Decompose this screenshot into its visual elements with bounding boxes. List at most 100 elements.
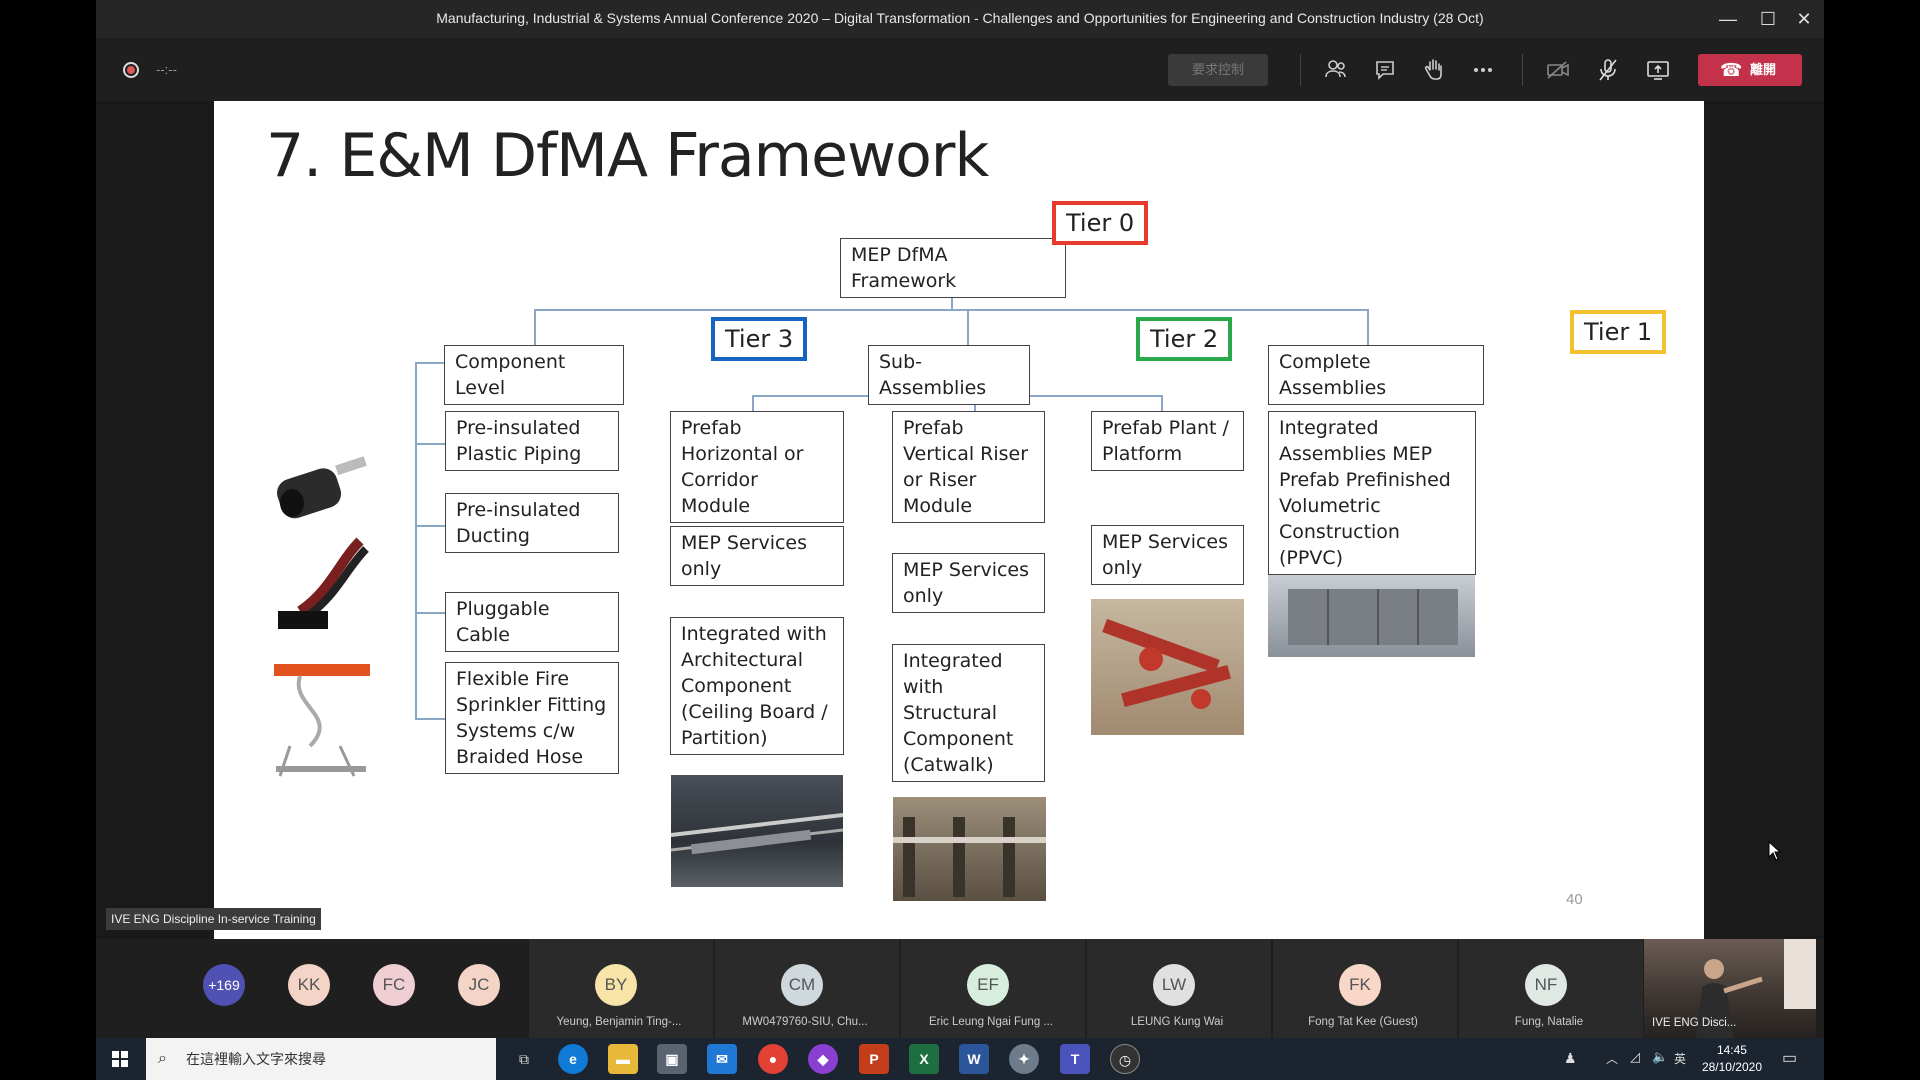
clock-app-icon[interactable]: ◷ (1110, 1044, 1140, 1074)
participant-strip: +169 KK FC JC BY Yeung, Benjamin Ting-..… (96, 939, 1824, 1038)
app-icon[interactable]: ✦ (1009, 1044, 1039, 1074)
toolbar-divider (1300, 54, 1301, 86)
ceiling-module-image (671, 775, 843, 887)
store-icon[interactable]: ▣ (657, 1044, 687, 1074)
camera-off-icon (1547, 61, 1569, 79)
participant-name: IVE ENG Disci... (1652, 1017, 1737, 1029)
shared-content-stage: 7. E&M DfMA Framework MEP DfMA Framework… (96, 101, 1824, 939)
component-level-node: Component Level (444, 345, 624, 405)
word-icon[interactable]: W (959, 1044, 989, 1074)
sub-assembly-item: MEP Services only (1091, 525, 1244, 585)
mail-icon[interactable]: ✉ (707, 1044, 737, 1074)
share-screen-button[interactable] (1640, 54, 1676, 86)
participant-tile[interactable]: CM MW0479760-SIU, Chu... (715, 939, 899, 1038)
more-actions-button[interactable] (1465, 54, 1501, 86)
chat-button[interactable] (1367, 54, 1403, 86)
close-button[interactable]: ✕ (1784, 4, 1824, 34)
tier1-label: Tier 1 (1570, 310, 1667, 354)
participant-tile[interactable]: NF Fung, Natalie (1459, 939, 1643, 1038)
clock-date: 28/10/2020 (1701, 1060, 1762, 1074)
raise-hand-button[interactable] (1416, 54, 1452, 86)
taskbar-search-box[interactable]: ⌕ 在這裡輸入文字來搜尋 (146, 1038, 496, 1080)
clock-time: 14:45 (1716, 1043, 1747, 1057)
connector-line (415, 443, 445, 445)
recording-icon (123, 62, 139, 78)
participant-name: Fong Tat Kee (Guest) (1308, 1016, 1418, 1028)
request-control-button[interactable]: 要求控制 (1168, 54, 1268, 86)
ppvc-module-image (1268, 575, 1475, 657)
windows-taskbar: ⌕ 在這裡輸入文字來搜尋 ⧉ e ▬ ▣ ✉ ● ◆ P X W ✦ T ◷ ♟… (96, 1038, 1824, 1080)
desktop: Manufacturing, Industrial & Systems Annu… (0, 0, 1920, 1080)
connector-line (534, 309, 536, 345)
participant-avatar: FK (1339, 964, 1381, 1006)
tier3-label: Tier 3 (711, 317, 808, 361)
sub-assembly-item: Prefab Horizontal or Corridor Module (670, 411, 844, 523)
participant-tile[interactable]: BY Yeung, Benjamin Ting-... (529, 939, 713, 1038)
connector-line (534, 309, 1368, 311)
edge-icon[interactable]: e (558, 1044, 588, 1074)
connector-line (415, 718, 445, 720)
sub-assembly-item: Prefab Vertical Riser or Riser Module (892, 411, 1045, 523)
participant-avatar[interactable]: KK (288, 964, 330, 1006)
leave-button[interactable]: ☎ 離開 (1698, 54, 1802, 86)
participant-name: Eric Leung Ngai Fung ... (928, 1016, 1053, 1028)
volume-icon[interactable]: 🔈 (1652, 1049, 1668, 1065)
participant-name: Yeung, Benjamin Ting-... (556, 1016, 682, 1028)
search-icon: ⌕ (158, 1050, 167, 1067)
mouse-cursor-icon (1768, 841, 1782, 861)
participants-button[interactable] (1318, 54, 1354, 86)
participant-avatar[interactable]: FC (373, 964, 415, 1006)
sub-assembly-item: MEP Services only (892, 553, 1045, 613)
show-hidden-icons[interactable]: ︿ (1606, 1050, 1618, 1067)
chrome-icon[interactable]: ● (758, 1044, 788, 1074)
windows-logo-icon (112, 1051, 128, 1067)
complete-assembly-item: Integrated Assemblies MEP Prefab Prefini… (1268, 411, 1476, 575)
mic-off-icon (1599, 59, 1617, 81)
search-placeholder: 在這裡輸入文字來搜尋 (186, 1051, 326, 1067)
participant-avatar: NF (1525, 964, 1567, 1006)
task-view-icon[interactable]: ⧉ (509, 1044, 539, 1074)
audio-jack-image (270, 443, 380, 533)
maximize-button[interactable]: ☐ (1748, 4, 1788, 34)
overflow-participants-button[interactable]: +169 (203, 964, 245, 1006)
leave-label: 離開 (1750, 62, 1777, 77)
start-button[interactable] (96, 1038, 144, 1080)
tier2-label: Tier 2 (1136, 317, 1233, 361)
window-title: Manufacturing, Industrial & Systems Annu… (436, 10, 1484, 26)
taskbar-clock[interactable]: 14:45 28/10/2020 (1702, 1042, 1762, 1076)
title-bar: Manufacturing, Industrial & Systems Annu… (96, 0, 1824, 38)
participant-avatar: CM (781, 964, 823, 1006)
participant-avatar: BY (595, 964, 637, 1006)
file-explorer-icon[interactable]: ▬ (608, 1044, 638, 1074)
notifications-icon[interactable]: ▭ (1782, 1048, 1797, 1068)
camera-toggle-button[interactable] (1540, 54, 1576, 86)
firefox-icon[interactable]: ◆ (808, 1044, 838, 1074)
participant-tile[interactable]: FK Fong Tat Kee (Guest) (1273, 939, 1457, 1038)
minimize-button[interactable]: — (1708, 4, 1748, 34)
presenter-name-tag: IVE ENG Discipline In-service Training (106, 908, 321, 930)
people-tray-icon[interactable]: ♟ (1564, 1050, 1577, 1067)
sprinkler-hose-image (270, 656, 380, 786)
powerpoint-icon[interactable]: P (859, 1044, 889, 1074)
plant-platform-image (1091, 599, 1244, 735)
presenter-video-tile[interactable]: IVE ENG Disci... (1644, 939, 1816, 1038)
ime-indicator[interactable]: 英 (1674, 1050, 1686, 1067)
root-node: MEP DfMA Framework (840, 238, 1066, 298)
component-item: Pre-insulated Plastic Piping (445, 411, 619, 471)
more-icon (1474, 68, 1492, 72)
network-icon[interactable]: ◿ (1630, 1049, 1640, 1065)
participant-avatar: LW (1153, 964, 1195, 1006)
participant-tile[interactable]: LW LEUNG Kung Wai (1087, 939, 1271, 1038)
sub-assembly-item: Integrated with Architectural Component … (670, 617, 844, 755)
participant-name: Fung, Natalie (1514, 1016, 1584, 1028)
participant-tile[interactable]: EF Eric Leung Ngai Fung ... (901, 939, 1085, 1038)
connector-line (1367, 309, 1369, 345)
mic-toggle-button[interactable] (1590, 54, 1626, 86)
excel-icon[interactable]: X (909, 1044, 939, 1074)
participant-avatar[interactable]: JC (458, 964, 500, 1006)
component-item: Pre-insulated Ducting (445, 493, 619, 553)
teams-icon[interactable]: T (1060, 1044, 1090, 1074)
component-item: Pluggable Cable (445, 592, 619, 652)
connector-line (967, 309, 969, 345)
sub-assembly-item: MEP Services only (670, 526, 844, 586)
